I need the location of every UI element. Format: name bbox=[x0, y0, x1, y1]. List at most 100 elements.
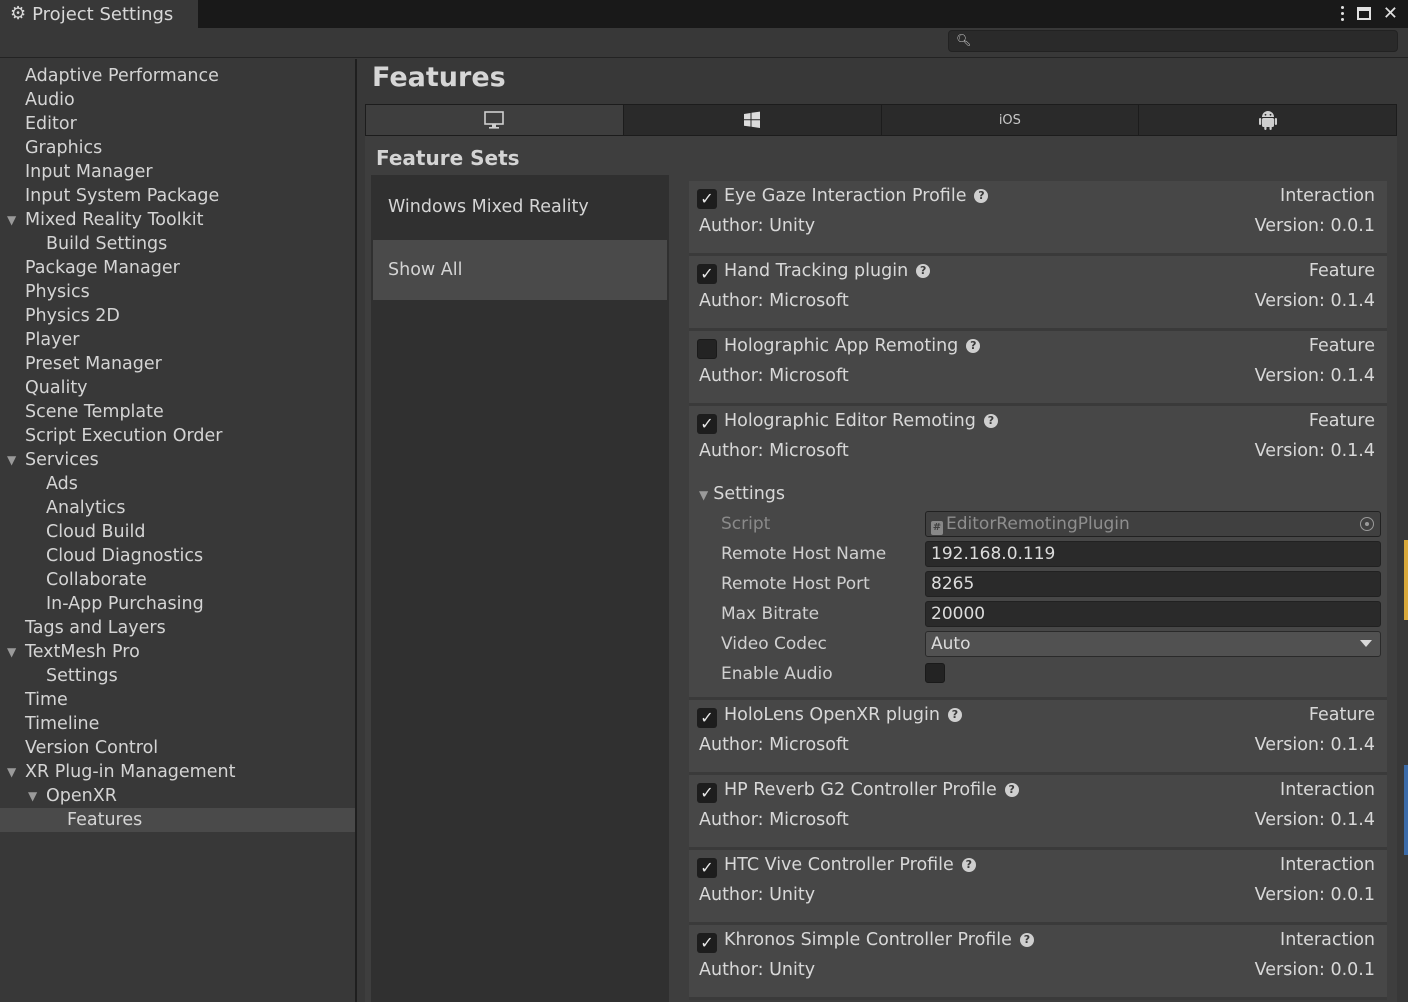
sidebar-item-analytics[interactable]: Analytics bbox=[0, 496, 355, 520]
expand-triangle-icon[interactable]: ▼ bbox=[7, 208, 16, 232]
feature-type: Interaction bbox=[1280, 780, 1375, 800]
tab-ios[interactable]: iOS bbox=[881, 105, 1140, 135]
sidebar-item-label: Time bbox=[25, 690, 68, 710]
sidebar-item-label: Scene Template bbox=[25, 402, 164, 422]
sidebar-item-cloud-diagnostics[interactable]: Cloud Diagnostics bbox=[0, 544, 355, 568]
feature-author: Author: Microsoft bbox=[699, 441, 849, 461]
feature-enabled-checkbox[interactable] bbox=[697, 339, 717, 359]
sidebar-item-input-system-package[interactable]: Input System Package bbox=[0, 184, 355, 208]
sidebar-item-physics-2d[interactable]: Physics 2D bbox=[0, 304, 355, 328]
sidebar-item-version-control[interactable]: Version Control bbox=[0, 736, 355, 760]
script-object-field[interactable]: # EditorRemotingPlugin bbox=[925, 511, 1381, 537]
feature-enabled-checkbox[interactable]: ✓ bbox=[697, 783, 717, 803]
sidebar-item-adaptive-performance[interactable]: Adaptive Performance bbox=[0, 64, 355, 88]
sidebar-item-services[interactable]: ▼ Services bbox=[0, 448, 355, 472]
help-icon[interactable]: ? bbox=[948, 708, 962, 722]
sidebar-item-label: Physics bbox=[25, 282, 90, 302]
help-icon[interactable]: ? bbox=[961, 858, 976, 872]
expand-triangle-icon[interactable]: ▼ bbox=[7, 760, 16, 784]
enable-audio-row: Enable Audio bbox=[721, 661, 1381, 687]
feature-enabled-checkbox[interactable]: ✓ bbox=[697, 189, 717, 209]
sidebar-item-build-settings[interactable]: Build Settings bbox=[0, 232, 355, 256]
sidebar-item-timeline[interactable]: Timeline bbox=[0, 712, 355, 736]
feature-card: Holographic App Remoting? Feature Author… bbox=[689, 331, 1387, 406]
enable-audio-checkbox[interactable] bbox=[925, 663, 945, 683]
sidebar-item-time[interactable]: Time bbox=[0, 688, 355, 712]
feature-enabled-checkbox[interactable]: ✓ bbox=[697, 858, 717, 878]
sidebar-item-label: Player bbox=[25, 330, 80, 350]
feature-type: Interaction bbox=[1280, 930, 1375, 950]
sidebar-item-mixed-reality-toolkit[interactable]: ▼ Mixed Reality Toolkit bbox=[0, 208, 355, 232]
help-icon[interactable]: ? bbox=[1019, 933, 1034, 947]
script-value: EditorRemotingPlugin bbox=[946, 514, 1130, 534]
settings-foldout[interactable]: ▼ Settings bbox=[699, 484, 785, 504]
feature-enabled-checkbox[interactable]: ✓ bbox=[697, 708, 717, 728]
sidebar-item-scene-template[interactable]: Scene Template bbox=[0, 400, 355, 424]
sidebar-item-tags-and-layers[interactable]: Tags and Layers bbox=[0, 616, 355, 640]
feature-set-show-all[interactable]: Show All bbox=[373, 240, 667, 300]
sidebar-item-collaborate[interactable]: Collaborate bbox=[0, 568, 355, 592]
feature-version: Version: 0.1.4 bbox=[1254, 810, 1375, 830]
close-icon[interactable]: ✕ bbox=[1383, 3, 1398, 24]
tab-desktop[interactable] bbox=[366, 105, 624, 135]
maximize-icon[interactable] bbox=[1356, 6, 1371, 20]
expand-triangle-icon[interactable]: ▼ bbox=[28, 784, 37, 808]
sidebar-item-label: Collaborate bbox=[46, 570, 147, 590]
sidebar-item-ads[interactable]: Ads bbox=[0, 472, 355, 496]
sidebar-item-label: Physics 2D bbox=[25, 306, 120, 326]
sidebar-item-editor[interactable]: Editor bbox=[0, 112, 355, 136]
sidebar-item-openxr[interactable]: ▼ OpenXR bbox=[0, 784, 355, 808]
object-picker-icon[interactable] bbox=[1360, 517, 1374, 531]
feature-enabled-checkbox[interactable]: ✓ bbox=[697, 264, 717, 284]
sidebar-item-label: XR Plug-in Management bbox=[25, 762, 236, 782]
help-icon[interactable]: ? bbox=[974, 189, 989, 203]
max-bitrate-field[interactable]: 20000 bbox=[925, 601, 1381, 627]
video-codec-dropdown[interactable]: Auto bbox=[925, 631, 1381, 657]
sidebar-item-player[interactable]: Player bbox=[0, 328, 355, 352]
window-tab[interactable]: ⚙ Project Settings bbox=[0, 0, 198, 28]
tab-windows[interactable] bbox=[623, 105, 882, 135]
feature-card: ✓ HoloLens OpenXR plugin? Feature Author… bbox=[689, 700, 1387, 775]
sidebar-item-graphics[interactable]: Graphics bbox=[0, 136, 355, 160]
remote-host-name-field[interactable]: 192.168.0.119 bbox=[925, 541, 1381, 567]
sidebar-item-cloud-build[interactable]: Cloud Build bbox=[0, 520, 355, 544]
feature-type: Interaction bbox=[1280, 855, 1375, 875]
sidebar-item-quality[interactable]: Quality bbox=[0, 376, 355, 400]
feature-set-windows-mixed-reality[interactable]: Windows Mixed Reality bbox=[373, 177, 667, 237]
sidebar-item-package-manager[interactable]: Package Manager bbox=[0, 256, 355, 280]
search-input[interactable]: 🔍︎ bbox=[948, 30, 1398, 52]
feature-version: Version: 0.1.4 bbox=[1254, 441, 1375, 461]
sidebar-item-label: Timeline bbox=[25, 714, 100, 734]
sidebar-item-physics[interactable]: Physics bbox=[0, 280, 355, 304]
sidebar-item-label: TextMesh Pro bbox=[25, 642, 140, 662]
sidebar-item-input-manager[interactable]: Input Manager bbox=[0, 160, 355, 184]
enable-audio-label: Enable Audio bbox=[721, 664, 833, 684]
feature-enabled-checkbox[interactable]: ✓ bbox=[697, 414, 717, 434]
sidebar-item-textmesh-pro[interactable]: ▼ TextMesh Pro bbox=[0, 640, 355, 664]
settings-main-panel: Features iOS Feature Sets Windows Mixed … bbox=[359, 59, 1408, 1002]
sidebar-item-in-app-purchasing[interactable]: In-App Purchasing bbox=[0, 592, 355, 616]
remote-host-port-label: Remote Host Port bbox=[721, 574, 870, 594]
help-icon[interactable]: ? bbox=[1004, 783, 1019, 797]
more-menu-icon[interactable] bbox=[1341, 5, 1345, 21]
expand-triangle-icon[interactable]: ▼ bbox=[7, 640, 16, 664]
help-icon[interactable]: ? bbox=[916, 264, 931, 278]
sidebar-item-label: Features bbox=[67, 810, 143, 830]
expand-triangle-icon[interactable]: ▼ bbox=[7, 448, 16, 472]
help-icon[interactable]: ? bbox=[983, 414, 998, 428]
help-icon[interactable]: ? bbox=[966, 339, 981, 353]
feature-author: Author: Microsoft bbox=[699, 810, 849, 830]
sidebar-item-label: Analytics bbox=[46, 498, 126, 518]
feature-version: Version: 0.0.1 bbox=[1254, 885, 1375, 905]
sidebar-item-audio[interactable]: Audio bbox=[0, 88, 355, 112]
sidebar-item-features[interactable]: Features bbox=[0, 808, 355, 832]
sidebar-item-script-execution-order[interactable]: Script Execution Order bbox=[0, 424, 355, 448]
sidebar-item-settings[interactable]: Settings bbox=[0, 664, 355, 688]
sidebar-item-xr-plugin-management[interactable]: ▼ XR Plug-in Management bbox=[0, 760, 355, 784]
background-window-edge bbox=[1404, 765, 1408, 855]
remote-host-port-field[interactable]: 8265 bbox=[925, 571, 1381, 597]
feature-enabled-checkbox[interactable]: ✓ bbox=[697, 933, 717, 953]
sidebar-item-preset-manager[interactable]: Preset Manager bbox=[0, 352, 355, 376]
feature-version: Version: 0.1.4 bbox=[1254, 735, 1375, 755]
tab-android[interactable] bbox=[1139, 105, 1396, 135]
